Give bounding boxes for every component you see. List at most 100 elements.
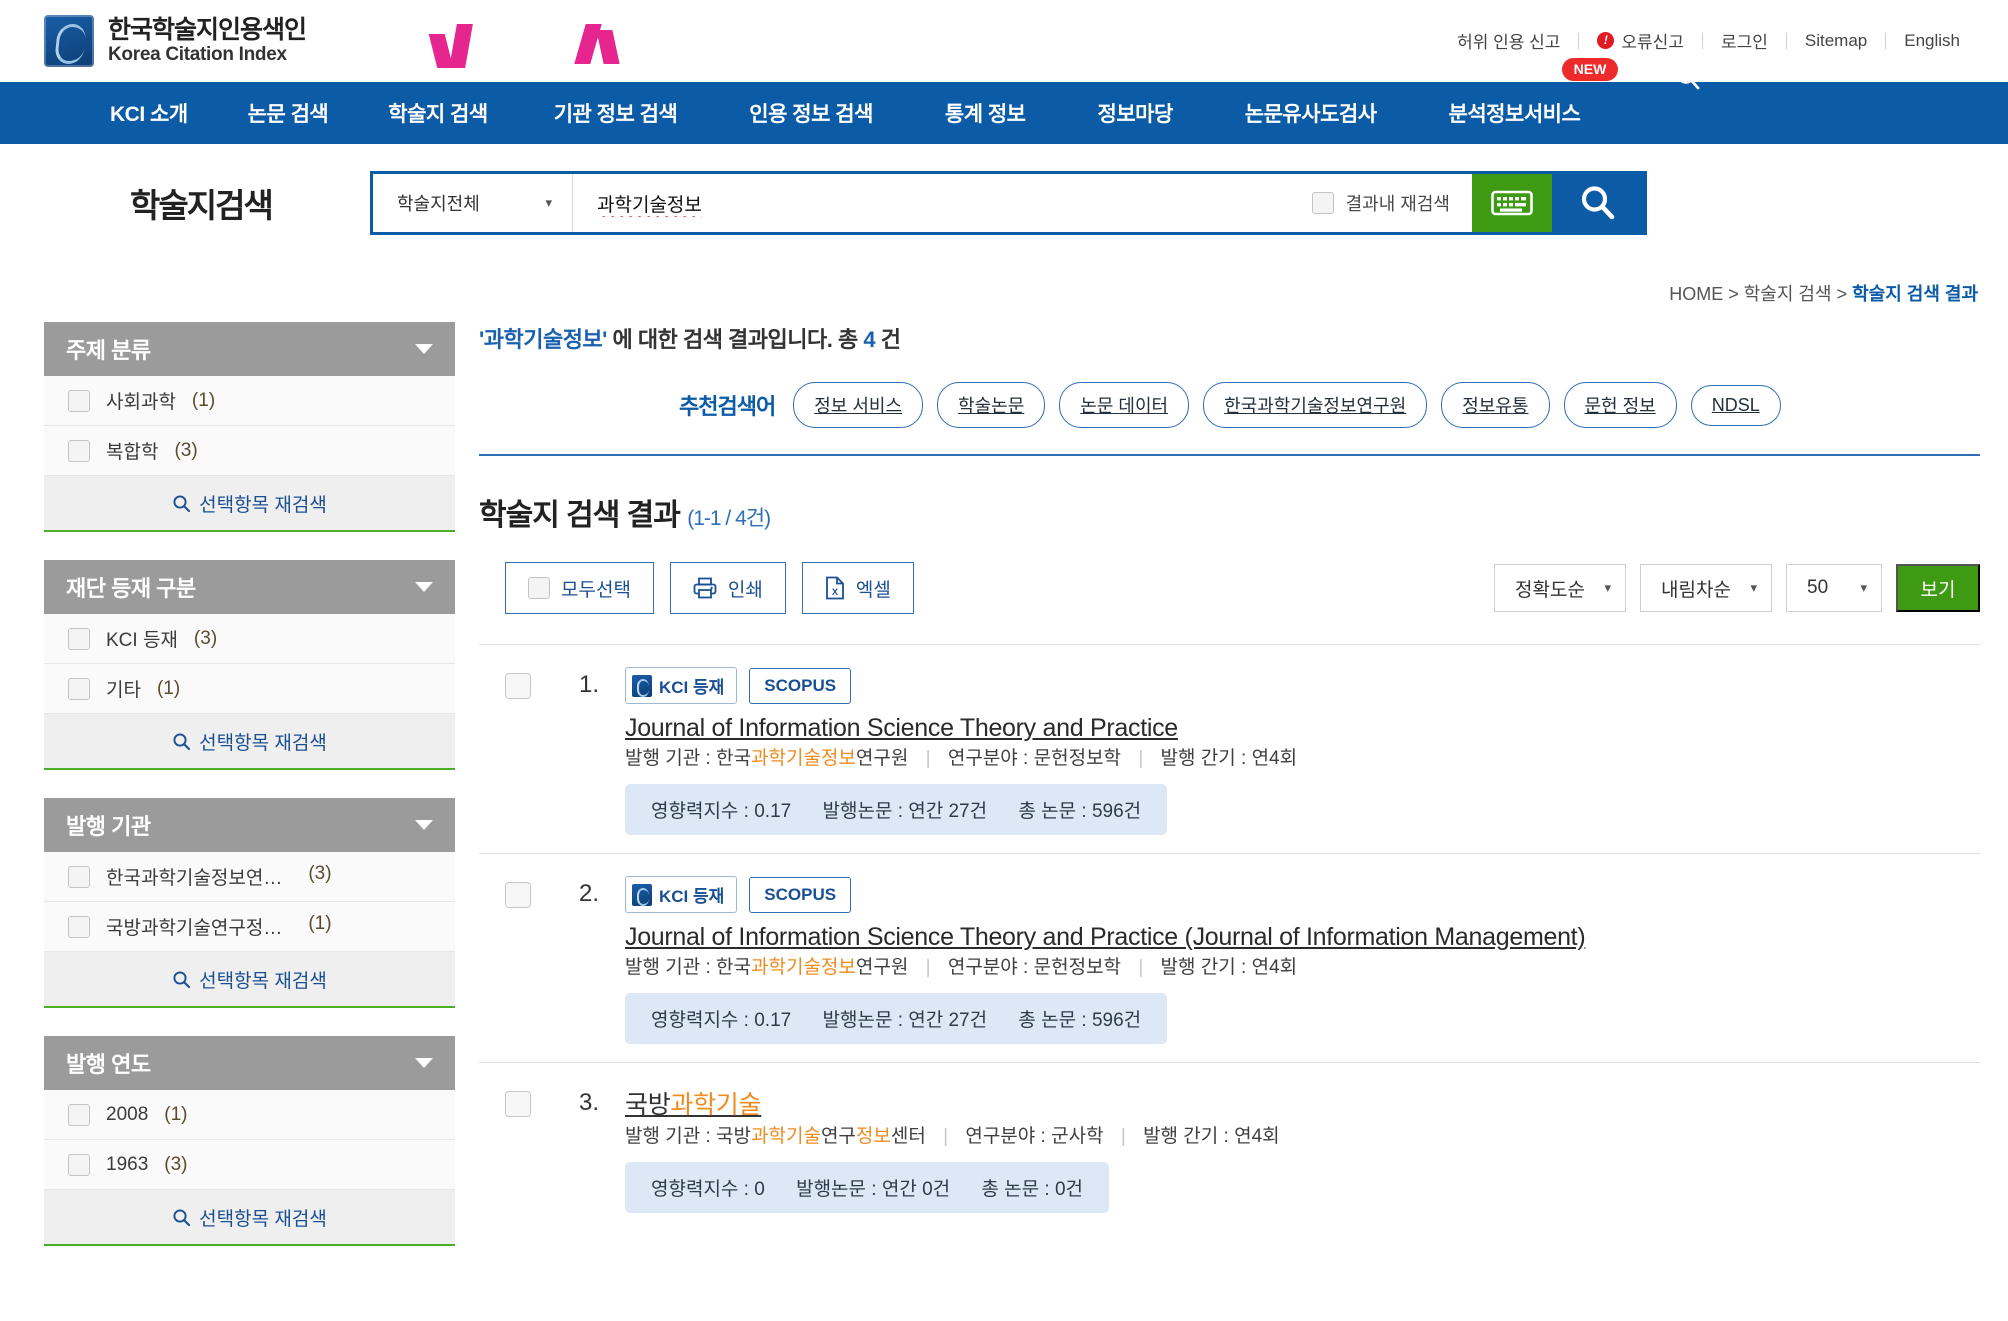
result-item-checkbox[interactable] [505,673,531,699]
facet-option[interactable]: 2008 (1) [44,1090,455,1140]
utility-link-error-report[interactable]: ! 오류신고 [1579,28,1702,53]
utility-link-sitemap[interactable]: Sitemap [1787,31,1885,51]
search-input[interactable] [573,174,1312,232]
facet-publisher-header[interactable]: 발행 기관 [44,798,455,852]
print-button[interactable]: 인쇄 [669,562,786,614]
facet-refine-button[interactable]: 선택항목 재검색 [44,952,455,1008]
frequency-label: 발행 간기 : [1143,1126,1235,1147]
facet-option-label: 복합학 [106,442,159,463]
facet-option-checkbox[interactable] [68,1103,90,1126]
nav-item-info-plaza[interactable]: 정보마당 [1062,98,1209,128]
facet-option-checkbox[interactable] [68,439,90,462]
kci-registered-label: KCI 등재 [659,678,725,697]
nav-item-analysis-service[interactable]: 분석정보서비스 NEW [1413,58,1619,128]
nav-item-citation-search[interactable]: 인용 정보 검색 [713,98,909,128]
excel-export-button[interactable]: X 엑셀 [801,562,914,614]
facet-title: 발행 기관 [66,814,151,839]
printer-icon [693,577,717,599]
search-scope-select[interactable]: 학술지전체 ▾ [373,174,573,232]
publisher-highlight: 과학기술정보 [751,748,856,769]
recommended-keyword-chip[interactable]: NDSL [1690,384,1781,426]
facet-publication-year-header[interactable]: 발행 연도 [44,1036,455,1090]
search-panel: 학술지검색 학술지전체 ▾ 결과내 재검색 [0,144,2008,304]
result-item-title[interactable]: 국방과학기술 [625,1091,762,1119]
result-item-title[interactable]: Journal of Information Science Theory an… [625,923,1586,951]
result-item-title[interactable]: Journal of Information Science Theory an… [625,714,1178,742]
facet-option-checkbox[interactable] [68,915,90,938]
facet-refine-label: 선택항목 재검색 [199,970,327,992]
facet-option-label: 기타 [106,680,141,701]
facet-kci-registration-header[interactable]: 재단 등재 구분 [44,560,455,614]
recommended-keyword-chip[interactable]: 학술논문 [937,382,1046,428]
facet-option-checkbox[interactable] [68,677,90,700]
facet-option[interactable]: KCI 등재 (3) [44,614,455,664]
sort-direction-select[interactable]: 내림차순 ▾ [1640,564,1772,612]
utility-link-false-citation-report[interactable]: 허위 인용 신고 [1439,28,1578,53]
nav-item-kci-intro[interactable]: KCI 소개 [80,98,218,128]
search-results-main: '과학기술정보' 에 대한 검색 결과입니다. 총 4 건 추천검색어 정보 서… [455,322,2008,1231]
recommended-keyword-chip[interactable]: 한국과학기술정보연구원 [1203,382,1428,428]
breadcrumb-separator: > [1728,284,1744,304]
facet-option-checkbox[interactable] [68,389,90,412]
recommended-keyword-chip[interactable]: 정보유통 [1441,382,1550,428]
nav-item-institution-search[interactable]: 기관 정보 검색 [518,98,714,128]
site-logo[interactable]: 한국학술지인용색인 Korea Citation Index [44,15,307,67]
result-item-checkbox[interactable] [505,882,531,908]
result-item-select[interactable] [479,876,579,1044]
facet-option-checkbox[interactable] [68,627,90,650]
breadcrumb-level1[interactable]: 학술지 검색 [1744,284,1832,304]
field-value: 문헌정보학 [1033,748,1122,769]
recommended-keyword-chip[interactable]: 문헌 정보 [1563,382,1677,428]
breadcrumb-home[interactable]: HOME [1669,284,1723,304]
facet-refine-button[interactable]: 선택항목 재검색 [44,476,455,532]
results-toolbar: 모두선택 인쇄 X 엑셀 정확도순 ▾ 내림차순 ▾ 50 ▾ 보기 [479,562,1980,614]
facet-subject-classification-header[interactable]: 주제 분류 [44,322,455,376]
sort-by-select[interactable]: 정확도순 ▾ [1494,564,1626,612]
results-range: (1-1 / 4건) [687,507,771,530]
search-icon [173,1208,191,1226]
facet-option[interactable]: 사회과학 (1) [44,376,455,426]
search-within-results-checkbox[interactable] [1311,192,1334,214]
select-all-button[interactable]: 모두선택 [505,562,654,614]
facet-refine-button[interactable]: 선택항목 재검색 [44,714,455,770]
result-item-stats: 영향력지수 : 0 발행논문 : 연간 0건 총 논문 : 0건 [625,1162,1110,1213]
search-submit-button[interactable] [1552,174,1644,232]
nav-item-similarity-check[interactable]: 논문유사도검사 [1209,98,1413,128]
page-size-select[interactable]: 50 ▾ [1786,564,1882,612]
facet-option[interactable]: 국방과학기술연구정… (1) [44,902,455,952]
facet-option[interactable]: 1963 (3) [44,1140,455,1190]
facet-option-count: (3) [193,627,218,649]
facet-option[interactable]: 복합학 (3) [44,426,455,476]
virtual-keyboard-button[interactable] [1472,174,1552,232]
result-item-select[interactable] [479,667,579,835]
facet-publisher: 발행 기관 한국과학기술정보연… (3) 국방과학기술연구정… (1) 선택항목… [44,798,455,1008]
facet-option-label: KCI 등재 [106,630,178,651]
select-all-checkbox[interactable] [528,577,550,599]
facet-option[interactable]: 한국과학기술정보연… (3) [44,852,455,902]
facet-option-checkbox[interactable] [68,1153,90,1176]
facet-refine-button[interactable]: 선택항목 재검색 [44,1190,455,1246]
result-item-select[interactable] [479,1085,579,1213]
utility-link-login[interactable]: 로그인 [1703,28,1786,53]
result-item-checkbox[interactable] [505,1091,531,1117]
recommended-keyword-chip[interactable]: 정보 서비스 [793,382,924,428]
nav-item-analysis-service-label: 분석정보서비스 [1448,103,1581,126]
result-item: 1. KCI 등재 SCOPUS Journal of Information … [479,644,1980,853]
result-item-body: KCI 등재 SCOPUS Journal of Information Sci… [625,667,1980,835]
utility-link-english[interactable]: English [1886,31,1978,51]
apply-view-button[interactable]: 보기 [1896,564,1980,612]
facet-option[interactable]: 기타 (1) [44,664,455,714]
chevron-down-icon [415,1058,433,1068]
search-within-results-toggle[interactable]: 결과내 재검색 [1311,174,1472,232]
nav-item-journal-search[interactable]: 학술지 검색 [358,98,517,128]
nav-item-statistics[interactable]: 통계 정보 [909,98,1062,128]
result-summary-query: '과학기술정보' [479,327,607,352]
result-summary-count: 4 [863,327,876,352]
facet-option-checkbox[interactable] [68,865,90,888]
result-item-tags: KCI 등재 SCOPUS [625,667,1980,704]
page-title: 학술지검색 [130,187,274,224]
result-item-number: 1. [579,671,600,698]
recommended-keyword-chip[interactable]: 논문 데이터 [1059,382,1190,428]
nav-item-article-search[interactable]: 논문 검색 [218,98,359,128]
chevron-down-icon [415,344,433,354]
